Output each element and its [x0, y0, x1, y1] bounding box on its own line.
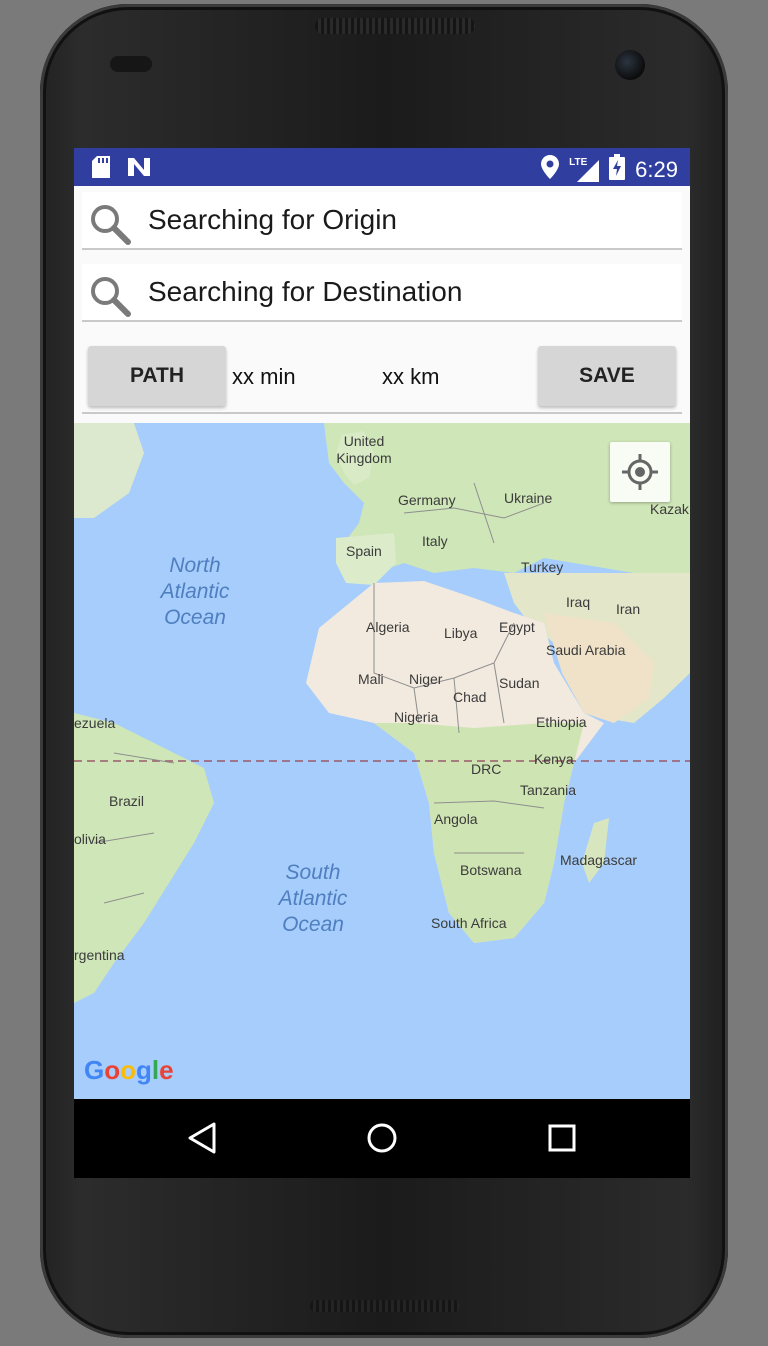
map-label-ethiopia: Ethiopia	[536, 714, 587, 730]
map-label-chad: Chad	[453, 689, 487, 705]
lte-signal-icon: LTE	[569, 157, 600, 182]
map-label-italy: Italy	[422, 533, 448, 549]
map-label-brazil: Brazil	[109, 793, 145, 809]
map-label-turkey: Turkey	[521, 559, 564, 575]
origin-search-field[interactable]: Searching for Origin	[82, 192, 682, 250]
duration-text: xx min	[232, 364, 296, 389]
map-label-iran: Iran	[616, 601, 641, 617]
home-circle-icon[interactable]	[365, 1121, 399, 1160]
map-label-algeria: Algeria	[366, 619, 410, 635]
map-label-botswana: Botswana	[460, 862, 522, 878]
map-label-libya: Libya	[444, 625, 478, 641]
map-label-iraq: Iraq	[566, 594, 591, 610]
map-label-germany: Germany	[398, 492, 456, 508]
map-label-sudan: Sudan	[499, 675, 540, 691]
map-label-mali: Mali	[358, 671, 384, 687]
map-label-argentina: rgentina	[74, 947, 125, 963]
save-button[interactable]: SAVE	[538, 346, 676, 406]
map-label-kenya: Kenya	[534, 751, 574, 767]
earpiece-speaker	[315, 18, 475, 34]
map-label-south-atlantic: South Atlantic Ocean	[278, 861, 348, 936]
origin-search-text: Searching for Origin	[148, 204, 398, 235]
proximity-sensor	[110, 56, 152, 72]
sd-card-icon	[92, 156, 112, 183]
front-camera	[615, 50, 645, 80]
map-label-nigeria: Nigeria	[394, 709, 439, 725]
n-notification-icon	[126, 156, 152, 183]
google-logo: Google	[84, 1055, 174, 1085]
clock: 6:29	[635, 156, 678, 182]
distance-text: xx km	[382, 364, 440, 389]
destination-search-text: Searching for Destination	[148, 276, 463, 307]
map-label-bolivia: olivia	[74, 831, 106, 847]
map-label-spain: Spain	[346, 543, 382, 559]
battery-charging-icon	[609, 154, 626, 185]
back-triangle-icon[interactable]	[186, 1121, 218, 1160]
app-screen: LTE 6:29 Searching for Origin Searching …	[74, 148, 690, 1178]
map-land-layer	[74, 423, 690, 1003]
map-label-niger: Niger	[409, 671, 443, 687]
search-icon	[88, 202, 132, 251]
recents-square-icon[interactable]	[547, 1123, 577, 1158]
path-button[interactable]: PATH	[88, 346, 226, 406]
status-bar: LTE 6:29	[74, 148, 690, 186]
my-location-button[interactable]	[610, 442, 670, 502]
route-controls: PATH xx min xx km SAVE	[82, 340, 682, 414]
destination-search-field[interactable]: Searching for Destination	[82, 264, 682, 322]
map-label-egypt: Egypt	[499, 619, 535, 635]
map-label-drc: DRC	[471, 761, 502, 777]
map-label-united-kingdom: United Kingdom	[336, 433, 392, 466]
map-label-ukraine: Ukraine	[504, 490, 553, 506]
map-label-north-atlantic: North Atlantic Ocean	[160, 554, 230, 629]
navigation-bar	[74, 1099, 690, 1178]
map-label-angola: Angola	[434, 811, 478, 827]
map-label-madagascar: Madagascar	[560, 852, 638, 868]
map-label-venezuela: ezuela	[74, 715, 116, 731]
map-label-kazak: Kazak	[650, 501, 689, 517]
map-label-saudi-arabia: Saudi Arabia	[546, 642, 626, 658]
map-label-tanzania: Tanzania	[520, 782, 577, 798]
bottom-speaker	[310, 1300, 460, 1312]
map-label-south-africa: South Africa	[431, 915, 507, 931]
map-view[interactable]: United Kingdom Germany Ukraine Kazak Spa…	[74, 423, 690, 1099]
location-pin-icon	[541, 155, 560, 184]
search-icon	[88, 274, 132, 323]
